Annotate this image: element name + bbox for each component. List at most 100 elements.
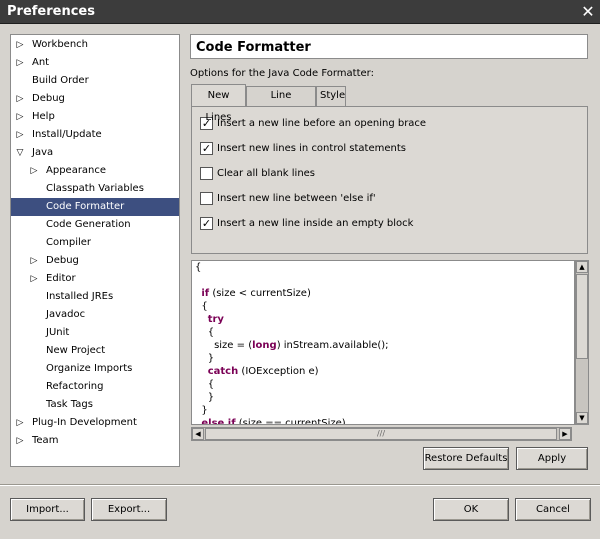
expand-arrow-icon[interactable]: ▷ [29, 270, 39, 288]
tree-item[interactable]: ▷ Ant [11, 54, 179, 72]
code-line: { [195, 262, 201, 273]
tree-item-label: New Project [46, 345, 106, 356]
tree-item[interactable]: ▷ Team [11, 432, 179, 450]
options-label: Options for the Java Code Formatter: [190, 68, 374, 79]
code-text: ) inStream.available(); [276, 340, 389, 351]
tree-item-label: Workbench [32, 39, 88, 50]
tab-style[interactable]: Style [316, 86, 346, 106]
tab-new-lines[interactable]: New Lines [191, 84, 246, 123]
tree-item[interactable]: Code Generation [11, 216, 179, 234]
page-header: Code Formatter [190, 34, 588, 59]
code-text: } [195, 353, 215, 364]
checkbox-row[interactable]: Clear all blank lines [200, 166, 580, 182]
checkbox-row[interactable]: ✓ Insert a new line inside an empty block [200, 216, 580, 232]
code-keyword: try [207, 314, 224, 325]
horizontal-scrollbar[interactable]: ◀ /// ▶ [191, 427, 572, 441]
tree-item[interactable]: ▷ Plug-In Development [11, 414, 179, 432]
tree-item-label: Javadoc [46, 309, 86, 320]
tree-item-label: Editor [46, 273, 76, 284]
tree-item[interactable]: New Project [11, 342, 179, 360]
tree-item[interactable]: Task Tags [11, 396, 179, 414]
expand-arrow-icon[interactable]: ▷ [15, 432, 25, 450]
tree-item-label: Install/Update [32, 129, 102, 140]
tree-item[interactable]: Build Order [11, 72, 179, 90]
code-text: } [195, 392, 215, 403]
expand-arrow-icon[interactable]: ▷ [15, 90, 25, 108]
tree-item[interactable]: ▷ Editor [11, 270, 179, 288]
expand-arrow-icon[interactable]: ▷ [15, 414, 25, 432]
collapse-arrow-icon[interactable]: ▽ [15, 144, 25, 162]
export-button[interactable]: Export... [91, 498, 167, 521]
tree-item-label: JUnit [46, 327, 70, 338]
checkbox-label: Insert new lines in control statements [217, 143, 406, 154]
expand-arrow-icon[interactable]: ▷ [15, 108, 25, 126]
expand-arrow-icon[interactable]: ▷ [15, 126, 25, 144]
code-text: { [195, 327, 215, 338]
tree-item-label: Code Generation [46, 219, 131, 230]
window-title: Preferences [7, 4, 95, 19]
checkbox[interactable]: ✓ [200, 217, 213, 230]
scroll-right-icon[interactable]: ▶ [559, 428, 571, 440]
tree-item[interactable]: ▷ Install/Update [11, 126, 179, 144]
horizontal-scroll-thumb[interactable]: /// [205, 428, 557, 440]
tree-item[interactable]: ▷ Help [11, 108, 179, 126]
tree-item[interactable]: ▷ Debug [11, 252, 179, 270]
vertical-scroll-thumb[interactable] [576, 274, 588, 359]
code-line: } [195, 392, 214, 403]
title-bar: Preferences ✕ [0, 0, 600, 24]
scroll-up-icon[interactable]: ▲ [576, 261, 588, 273]
code-text: { [195, 379, 215, 390]
tree-item[interactable]: Classpath Variables [11, 180, 179, 198]
code-line: size = (long) inStream.available(); [195, 340, 389, 351]
ok-button[interactable]: OK [433, 498, 509, 521]
code-text: { [195, 262, 202, 273]
code-line: else if (size == currentSize) [195, 418, 345, 424]
tree-item[interactable]: Javadoc [11, 306, 179, 324]
code-line: if (size < currentSize) [195, 288, 311, 299]
tree-item[interactable]: ▽ Java [11, 144, 179, 162]
checkmark-icon: ✓ [201, 142, 212, 155]
import-button[interactable]: Import... [10, 498, 85, 521]
checkbox-row[interactable]: ✓Insert a new line before an opening bra… [200, 116, 580, 132]
close-icon[interactable]: ✕ [579, 3, 597, 21]
tree-item[interactable]: Compiler [11, 234, 179, 252]
new-lines-panel: ✓ Insert a new line before an opening bra… [191, 106, 588, 254]
tree-item-label: Help [32, 111, 55, 122]
tree-item[interactable]: ▷ Appearance [11, 162, 179, 180]
checkbox-row[interactable]: ✓ Insert new lines in control statements [200, 141, 580, 157]
scroll-down-icon[interactable]: ▼ [576, 412, 588, 424]
expand-arrow-icon[interactable]: ▷ [15, 54, 25, 72]
tree-item-label: Debug [46, 255, 79, 266]
vertical-scrollbar[interactable]: ▲ ▼ [575, 260, 589, 425]
tree-item[interactable]: ▷ Workbench [11, 36, 179, 54]
tree-item[interactable]: JUnit [11, 324, 179, 342]
code-line: try [195, 314, 224, 325]
tree-item[interactable]: Installed JREs [11, 288, 179, 306]
tree-item-label: Build Order [32, 75, 89, 86]
restore-defaults-button[interactable]: Restore Defaults [423, 447, 509, 470]
preferences-tree[interactable]: ▷ Workbench ▷ Ant Build Order ▷ Debug ▷ Help ▷ Ins… [10, 34, 180, 467]
tree-item[interactable]: Code Formatter [11, 198, 179, 216]
expand-arrow-icon[interactable]: ▷ [29, 252, 39, 270]
cancel-button[interactable]: Cancel [515, 498, 591, 521]
tree-item[interactable]: ▷ Debug [11, 90, 179, 108]
expand-arrow-icon[interactable]: ▷ [29, 162, 39, 180]
expand-arrow-icon[interactable]: ▷ [15, 36, 25, 54]
tree-item-label: Task Tags [46, 399, 93, 410]
checkbox[interactable] [200, 167, 213, 180]
apply-button[interactable]: Apply [516, 447, 588, 470]
checkbox[interactable] [200, 192, 213, 205]
checkbox-label: Clear all blank lines [217, 168, 316, 179]
checkbox[interactable]: ✓ [200, 142, 213, 155]
tree-item-label: Appearance [46, 165, 107, 176]
tree-item[interactable]: Organize Imports [11, 360, 179, 378]
tree-item-label: Organize Imports [46, 363, 133, 374]
checkbox-row[interactable]: Insert new line between 'else if' [200, 191, 580, 207]
tree-item[interactable]: Refactoring [11, 378, 179, 396]
checkmark-icon: ✓ [201, 217, 212, 230]
checkbox-label: Insert a new line inside an empty block [217, 218, 414, 229]
scroll-left-icon[interactable]: ◀ [192, 428, 204, 440]
tree-item-label: Classpath Variables [46, 183, 144, 194]
tab-line-splitting[interactable]: Line Splitting [246, 86, 316, 119]
